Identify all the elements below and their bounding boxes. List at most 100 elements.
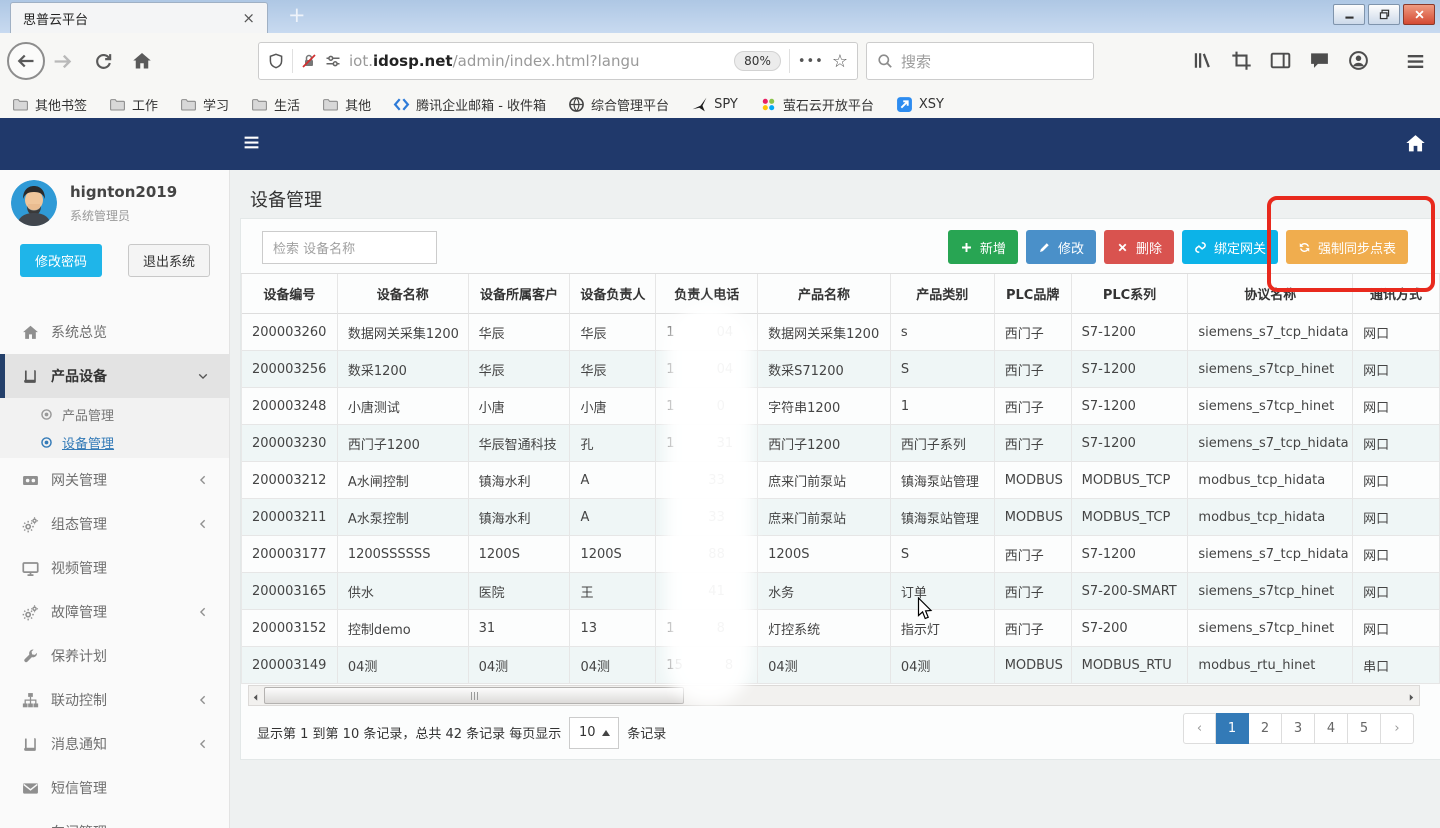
bookmark-star-icon[interactable]: ☆ — [832, 51, 848, 72]
browser-search-bar[interactable]: 搜索 — [866, 42, 1094, 80]
sidebar-toggle-button[interactable] — [243, 134, 260, 155]
table-row[interactable]: 200003211A水泵控制镇海水利A33庶来门前泵站镇海泵站管理MODBUSM… — [241, 499, 1440, 536]
monitor-icon — [22, 560, 39, 577]
forward-button[interactable] — [52, 51, 73, 76]
bookmark-item[interactable]: 学习 — [180, 95, 229, 114]
table-row[interactable]: 200003165供水医院王41水务订单西门子S7-200-SMARTsieme… — [241, 573, 1440, 610]
change-password-button[interactable]: 修改密码 — [20, 244, 102, 277]
reload-button[interactable] — [94, 52, 113, 75]
cell-plc_series: S7-1200 — [1072, 388, 1189, 425]
sidebar-item[interactable]: 组态管理 — [0, 502, 229, 546]
pager-page-button[interactable]: 4 — [1315, 713, 1348, 744]
sidebar-item[interactable]: 网关管理 — [0, 458, 229, 502]
window-min-button[interactable] — [1333, 4, 1365, 25]
toolbar-button-pencil[interactable]: 修改 — [1026, 230, 1096, 264]
bookmark-item[interactable]: 工作 — [109, 95, 158, 114]
bookmark-item[interactable]: 萤石云开放平台 — [760, 95, 874, 114]
caret-up-icon — [602, 730, 610, 736]
table-row[interactable]: 20000314904测04测04测15804测04测MODBUSMODBUS_… — [241, 647, 1440, 684]
scrollbar-thumb[interactable] — [264, 687, 684, 704]
sidebar-menu: 系统总览产品设备产品管理设备管理网关管理组态管理视频管理故障管理保养计划联动控制… — [0, 310, 229, 828]
sidebar-item[interactable]: 系统总览 — [0, 310, 229, 354]
window-restore-button[interactable] — [1368, 4, 1400, 25]
bookmark-label: SPY — [714, 97, 738, 112]
url-bar[interactable]: iot.idosp.net/admin/index.html?langu 80%… — [258, 42, 858, 80]
page-actions-icon[interactable]: ••• — [798, 54, 824, 69]
column-header: 通讯方式 — [1353, 274, 1440, 314]
bookmark-item[interactable]: SPY — [691, 96, 738, 113]
sidebar-item[interactable]: 故障管理 — [0, 590, 229, 634]
cell-category: 镇海泵站管理 — [891, 499, 995, 536]
account-button[interactable] — [1348, 50, 1369, 75]
new-tab-button[interactable]: + — [288, 3, 306, 27]
sidebar-subitem[interactable]: 设备管理 — [0, 428, 229, 456]
sidebar-item-label: 网关管理 — [51, 470, 107, 490]
sidebar-item[interactable]: 视频管理 — [0, 546, 229, 590]
sidebar-item[interactable]: 保养计划 — [0, 634, 229, 678]
table-row[interactable]: 200003256数采1200华辰华辰104数采S71200S西门子S7-120… — [241, 351, 1440, 388]
logout-button[interactable]: 退出系统 — [128, 244, 210, 277]
chat-button[interactable] — [1309, 50, 1330, 75]
scroll-left-icon[interactable] — [250, 688, 262, 703]
bookmark-item[interactable]: 其他书签 — [12, 95, 87, 114]
screen: 思普云平台 × + iot.idosp.net/admin/index.html… — [0, 0, 1440, 828]
zoom-level-badge[interactable]: 80% — [734, 51, 781, 71]
cell-protocol: siemens_s7_tcp_hidata — [1188, 314, 1353, 351]
cell-id: 200003248 — [242, 388, 338, 425]
table-row[interactable]: 200003152控制demo311318灯控系统指示灯西门子S7-200sie… — [241, 610, 1440, 647]
pager-next-button[interactable]: › — [1381, 713, 1414, 744]
cell-comm: 网口 — [1353, 573, 1440, 610]
sidebar-item-label: 组态管理 — [51, 514, 107, 534]
table-row[interactable]: 2000031771200SSSSSS1200S1200S881200SS西门子… — [241, 536, 1440, 573]
toolbar-button-link[interactable]: 绑定网关 — [1182, 230, 1278, 264]
cell-plc_series: S7-200-SMART — [1072, 573, 1189, 610]
browser-home-button[interactable] — [132, 51, 152, 75]
cell-phone: 33 — [656, 462, 758, 499]
scroll-right-icon[interactable] — [1406, 688, 1418, 703]
toolbar-button-plus[interactable]: 新增 — [948, 230, 1018, 264]
table-row[interactable]: 200003230西门子1200华辰智通科技孔131西门子1200西门子系列西门… — [241, 425, 1440, 462]
pager-page-button[interactable]: 1 — [1216, 713, 1249, 744]
app-home-button[interactable] — [1405, 133, 1426, 158]
avatar[interactable] — [11, 180, 57, 226]
sidebar-item[interactable]: 车间管理 — [0, 810, 229, 828]
bookmark-item[interactable]: 综合管理平台 — [568, 95, 669, 114]
bookmark-item[interactable]: XSY — [896, 96, 944, 113]
bookmark-item[interactable]: 腾讯企业邮箱 - 收件箱 — [393, 95, 546, 114]
pager-page-button[interactable]: 2 — [1249, 713, 1282, 744]
sidebar-item[interactable]: 联动控制 — [0, 678, 229, 722]
table-row[interactable]: 200003248小唐测试小唐小唐10字符串12001西门子S7-1200sie… — [241, 388, 1440, 425]
crop-button[interactable] — [1231, 50, 1252, 75]
sidebar-item[interactable]: 消息通知 — [0, 722, 229, 766]
cell-name: A水闸控制 — [338, 462, 469, 499]
cell-id: 200003152 — [242, 610, 338, 647]
pager-prev-button[interactable]: ‹ — [1183, 713, 1216, 744]
pager-page-button[interactable]: 5 — [1348, 713, 1381, 744]
window-close-button[interactable] — [1403, 4, 1435, 25]
bookmark-item[interactable]: 生活 — [251, 95, 300, 114]
toolbar-button-refresh[interactable]: 强制同步点表 — [1286, 230, 1408, 264]
tab-close-icon[interactable]: × — [242, 9, 255, 27]
sidebar-subitem[interactable]: 产品管理 — [0, 400, 229, 428]
cell-comm: 网口 — [1353, 462, 1440, 499]
column-header: 产品名称 — [758, 274, 891, 314]
pager-page-button[interactable]: 3 — [1282, 713, 1315, 744]
browser-tab[interactable]: 思普云平台 × — [10, 2, 268, 33]
sidebar-item[interactable]: 产品设备 — [0, 354, 229, 398]
table-row[interactable]: 200003260数据网关采集1200华辰华辰104数据网关采集1200s西门子… — [241, 314, 1440, 351]
sidebar-item-label: 产品设备 — [51, 366, 107, 386]
cell-owner: 1200S — [570, 536, 656, 573]
sidebar-toggle-button[interactable] — [1270, 50, 1291, 75]
table-row[interactable]: 200003212A水闸控制镇海水利A33庶来门前泵站镇海泵站管理MODBUSM… — [241, 462, 1440, 499]
sidebar-item[interactable]: 短信管理 — [0, 766, 229, 810]
bookmark-item[interactable]: 其他 — [322, 95, 371, 114]
back-button[interactable] — [7, 42, 45, 80]
page-size-dropdown[interactable]: 10 — [569, 717, 619, 749]
toolbar-button-cross[interactable]: 删除 — [1104, 230, 1174, 264]
bookmark-label: XSY — [919, 97, 944, 112]
library-button[interactable] — [1192, 50, 1213, 75]
horizontal-scrollbar[interactable] — [248, 685, 1420, 706]
menu-button[interactable] — [1406, 52, 1425, 75]
cell-product: 庶来门前泵站 — [758, 499, 891, 536]
device-search-input[interactable]: 检索 设备名称 — [262, 231, 437, 264]
